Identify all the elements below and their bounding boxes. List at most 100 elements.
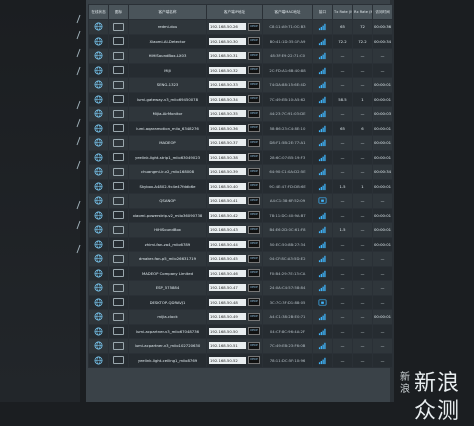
table-row[interactable]: ESP_575884 192.168.50.47 DHCP 24:0A:C4:57:5… xyxy=(88,280,393,296)
client-ip[interactable]: 192.168.50.37 xyxy=(209,139,246,147)
client-name[interactable]: Skybox-A4802-9c4e47fddb6e xyxy=(128,178,207,194)
table-row[interactable]: lumi-acpartner-v3_miio67048736 192.168.50… xyxy=(88,323,393,339)
table-row[interactable]: HiHiSoundBox 192.168.50.43 DHCP B4:E6:2D:0C… xyxy=(88,222,393,238)
table-row[interactable]: mijia-clock 192.168.50.49 DHCP A4:C1:38:2B:… xyxy=(88,309,393,325)
client-ip[interactable]: 192.168.50.38 xyxy=(209,153,246,161)
client-name[interactable]: mijia-clock xyxy=(128,309,207,325)
client-name[interactable]: lumi-gateway-v3_miio69450078 xyxy=(128,91,207,107)
client-name[interactable]: SENG-1323 xyxy=(128,77,207,93)
table-row[interactable]: zhimi-fan-za4_miio6789 192.168.50.44 DHCP 5… xyxy=(88,236,393,252)
table-row[interactable]: DESKTOP-QDRAVJ1 192.168.50.48 DHCP 3C:7C:3F… xyxy=(88,294,393,310)
client-name[interactable]: chuangmi-ir-v2_miio168008 xyxy=(128,164,207,180)
table-row[interactable]: lumi-aqaramotion_miio_6348276 192.168.50.… xyxy=(88,120,393,136)
table-row[interactable]: lumi-gateway-v3_miio69450078 192.168.50.3… xyxy=(88,91,393,107)
client-ip[interactable]: 192.168.50.48 xyxy=(209,298,246,306)
header-name[interactable]: 客户端名称 xyxy=(128,4,207,20)
header-rx-rate[interactable]: Rx Rate (Mbps) xyxy=(352,4,373,20)
client-ip[interactable]: 192.168.50.49 xyxy=(209,313,246,321)
table-row[interactable]: SENG-1323 192.168.50.33 DHCP 74:DA:88:15:6E… xyxy=(88,77,393,93)
interface-cell xyxy=(312,178,333,194)
client-ip[interactable]: 192.168.50.31 xyxy=(209,52,246,60)
client-ip[interactable]: 192.168.50.52 xyxy=(209,356,246,364)
client-name[interactable]: lumi-acpartner-v3_miio67048736 xyxy=(128,323,207,339)
client-ip[interactable]: 192.168.50.40 xyxy=(209,182,246,190)
table-row[interactable]: MADEOP Company Limited 192.168.50.46 DHCP F… xyxy=(88,265,393,281)
tx-rate: — xyxy=(332,309,353,325)
client-ip[interactable]: 192.168.50.43 xyxy=(209,226,246,234)
table-row[interactable]: yeelink-light-strip1_miio63049023 192.168… xyxy=(88,149,393,165)
client-table: 在线状态 图标 客户端名称 客户端IP地址 客户端MAC地址 接口 Tx Rat… xyxy=(88,4,393,368)
client-name[interactable]: dmaker-fan-p5_miio26631719 xyxy=(128,251,207,267)
table-row[interactable]: Xiaomi-AI-Detector 192.168.50.30 DHCP B0:41… xyxy=(88,33,393,49)
client-name[interactable]: lumi-acpartner-v3_miio102720630 xyxy=(128,338,207,354)
header-interface[interactable]: 接口 xyxy=(312,4,333,20)
client-name[interactable]: QSANOP xyxy=(128,193,207,209)
left-rail-icon[interactable] xyxy=(74,118,84,128)
left-rail-icon[interactable] xyxy=(74,244,84,254)
header-tx-rate[interactable]: Tx Rate (Mbps) xyxy=(332,4,353,20)
left-rail-icon[interactable] xyxy=(74,30,84,40)
table-row[interactable]: MiJi 192.168.50.32 DHCP 2C:FD:A1:6B:40:88— —… xyxy=(88,62,393,78)
client-ip[interactable]: 192.168.50.35 xyxy=(209,110,246,118)
left-rail-icon[interactable] xyxy=(74,160,84,170)
dhcp-badge: DHCP xyxy=(248,80,260,89)
table-row[interactable]: lumi-acpartner-v3_miio102720630 192.168.5… xyxy=(88,338,393,354)
client-name[interactable]: redmi-dou xyxy=(128,19,207,35)
globe-icon xyxy=(90,182,107,191)
client-name[interactable]: MADEOP xyxy=(128,135,207,151)
client-ip[interactable]: 192.168.50.36 xyxy=(209,124,246,132)
tx-rate: — xyxy=(332,338,353,354)
client-ip-cell: 192.168.50.46 DHCP xyxy=(206,265,263,281)
globe-icon xyxy=(90,196,107,205)
left-rail-icon[interactable] xyxy=(74,200,84,210)
client-name[interactable]: MADEOP Company Limited xyxy=(128,265,207,281)
client-name[interactable]: Xiaomi-AI-Detector xyxy=(128,33,207,49)
client-ip[interactable]: 192.168.50.39 xyxy=(209,168,246,176)
table-row[interactable]: dmaker-fan-p5_miio26631719 192.168.50.45 D… xyxy=(88,251,393,267)
left-rail-icon[interactable] xyxy=(74,100,84,110)
client-name[interactable]: yeelink-light-ceiling1_miio8769 xyxy=(128,352,207,368)
left-rail-icon[interactable] xyxy=(74,220,84,230)
client-ip[interactable]: 192.168.50.45 xyxy=(209,255,246,263)
client-ip[interactable]: 192.168.50.44 xyxy=(209,240,246,248)
client-ip[interactable]: 192.168.50.41 xyxy=(209,197,246,205)
table-row[interactable]: MADEOP 192.168.50.37 DHCP D8:F1:5B:2E:77:A1… xyxy=(88,135,393,151)
client-name[interactable]: HiHiSoundBox-LX03 xyxy=(128,48,207,64)
client-ip[interactable]: 192.168.50.47 xyxy=(209,284,246,292)
table-row[interactable]: chuangmi-ir-v2_miio168008 192.168.50.39 DH… xyxy=(88,164,393,180)
client-ip[interactable]: 192.168.50.33 xyxy=(209,81,246,89)
client-ip[interactable]: 192.168.50.34 xyxy=(209,95,246,103)
client-ip[interactable]: 192.168.50.42 xyxy=(209,211,246,219)
left-rail-icon[interactable] xyxy=(74,14,84,24)
client-name[interactable]: lumi-aqaramotion_miio_6348276 xyxy=(128,120,207,136)
client-name[interactable]: MiJi xyxy=(128,62,207,78)
header-ip[interactable]: 客户端IP地址 xyxy=(206,4,263,20)
client-name[interactable]: ESP_575884 xyxy=(128,280,207,296)
client-ip[interactable]: 192.168.50.46 xyxy=(209,269,246,277)
client-ip[interactable]: 192.168.50.32 xyxy=(209,66,246,74)
header-mac[interactable]: 客户端MAC地址 xyxy=(262,4,313,20)
client-name[interactable]: Mijia-AirMonitor xyxy=(128,106,207,122)
client-ip[interactable]: 192.168.50.50 xyxy=(209,327,246,335)
client-ip[interactable]: 192.168.50.51 xyxy=(209,342,246,350)
table-row[interactable]: redmi-dou 192.168.50.26 DHCP C8:11:A9:71:0C… xyxy=(88,19,393,35)
left-rail-icon[interactable] xyxy=(74,48,84,58)
client-name[interactable]: xiaomi-powerstrip-v2_miio36090738 xyxy=(128,207,207,223)
client-ip[interactable]: 192.168.50.30 xyxy=(209,37,246,45)
client-name[interactable]: zhimi-fan-za4_miio6789 xyxy=(128,236,207,252)
table-row[interactable]: Skybox-A4802-9c4e47fddb6e 192.168.50.40 DH… xyxy=(88,178,393,194)
table-row[interactable]: HiHiSoundBox-LX03 192.168.50.31 DHCP 48:3F:… xyxy=(88,48,393,64)
header-icon[interactable]: 图标 xyxy=(108,4,129,20)
table-row[interactable]: Mijia-AirMonitor 192.168.50.35 DHCP 44:23:7… xyxy=(88,106,393,122)
client-name[interactable]: DESKTOP-QDRAVJ1 xyxy=(128,294,207,310)
header-online[interactable]: 在线状态 xyxy=(88,4,109,20)
client-name[interactable]: yeelink-light-strip1_miio63049023 xyxy=(128,149,207,165)
left-rail-icon[interactable] xyxy=(74,136,84,146)
left-rail-icon[interactable] xyxy=(74,66,84,76)
client-name[interactable]: HiHiSoundBox xyxy=(128,222,207,238)
table-row[interactable]: yeelink-light-ceiling1_miio8769 192.168.5… xyxy=(88,352,393,368)
client-ip[interactable]: 192.168.50.26 xyxy=(209,23,246,31)
header-access-time[interactable]: 访问时间 xyxy=(372,4,393,20)
table-row[interactable]: QSANOP 192.168.50.41 DHCP A4:C1:38:6F:52:09… xyxy=(88,193,393,209)
table-row[interactable]: xiaomi-powerstrip-v2_miio36090738 192.168… xyxy=(88,207,393,223)
